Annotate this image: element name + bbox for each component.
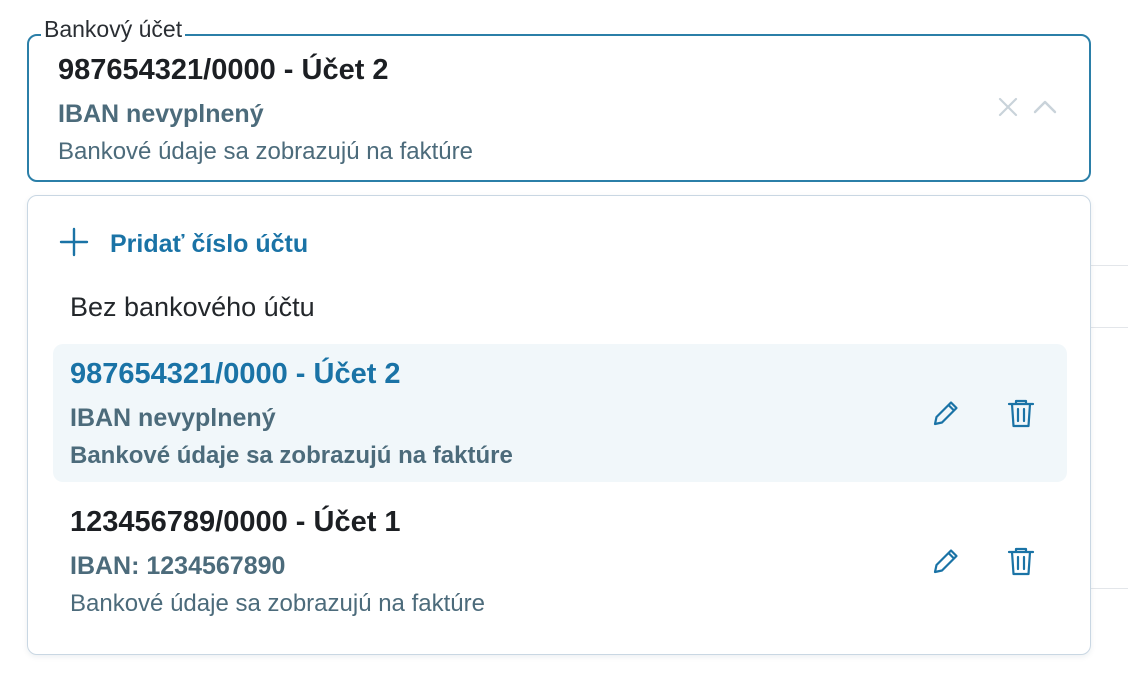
account-option-iban: IBAN: 1234567890 bbox=[70, 552, 286, 580]
plus-icon bbox=[58, 226, 90, 263]
field-label: Bankový účet bbox=[41, 14, 186, 44]
trash-icon[interactable] bbox=[1003, 543, 1039, 579]
account-option-selected[interactable]: 987654321/0000 - Účet 2 IBAN nevyplnený … bbox=[53, 344, 1067, 482]
account-option-note: Bankové údaje sa zobrazujú na faktúre bbox=[70, 590, 485, 617]
account-option-note: Bankové údaje sa zobrazujú na faktúre bbox=[70, 442, 513, 469]
add-account-label: Pridať číslo účtu bbox=[110, 229, 309, 258]
account-option[interactable]: 123456789/0000 - Účet 1 IBAN: 1234567890… bbox=[53, 492, 1067, 630]
background-divider bbox=[1088, 327, 1128, 328]
selected-account-note: Bankové údaje sa zobrazujú na faktúre bbox=[58, 138, 473, 165]
selected-account-iban: IBAN nevyplnený bbox=[58, 100, 264, 128]
no-account-option[interactable]: Bez bankového účtu bbox=[70, 292, 315, 323]
selected-account-title: 987654321/0000 - Účet 2 bbox=[58, 54, 389, 86]
trash-icon[interactable] bbox=[1003, 395, 1039, 431]
bank-account-dropdown: Pridať číslo účtu Bez bankového účtu 987… bbox=[27, 195, 1091, 655]
account-option-title: 987654321/0000 - Účet 2 bbox=[70, 358, 401, 390]
close-icon[interactable] bbox=[995, 94, 1021, 120]
background-divider bbox=[1088, 588, 1128, 589]
chevron-up-icon[interactable] bbox=[1031, 96, 1059, 118]
account-option-iban: IBAN nevyplnený bbox=[70, 404, 276, 432]
background-divider bbox=[1088, 265, 1128, 266]
account-option-title: 123456789/0000 - Účet 1 bbox=[70, 506, 401, 538]
pencil-icon[interactable] bbox=[928, 543, 964, 579]
bank-account-select[interactable]: 987654321/0000 - Účet 2 IBAN nevyplnený … bbox=[27, 34, 1091, 182]
pencil-icon[interactable] bbox=[928, 395, 964, 431]
add-account-button[interactable]: Pridať číslo účtu bbox=[58, 226, 308, 262]
